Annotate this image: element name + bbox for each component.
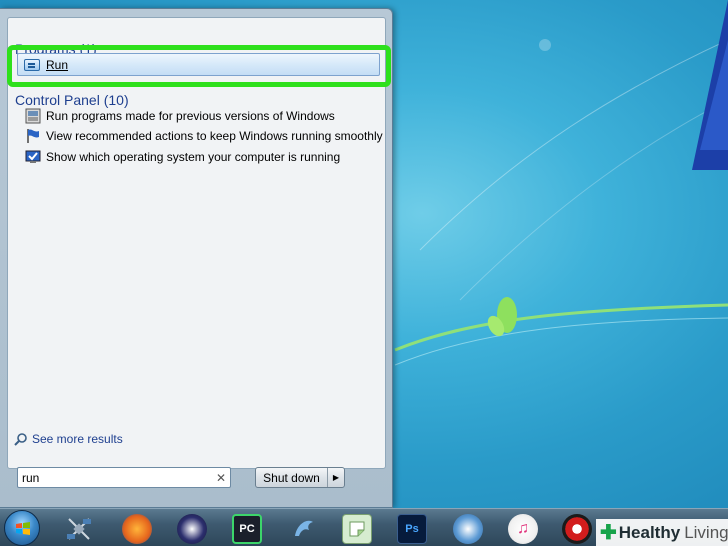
cp-item-action-center[interactable]: View recommended actions to keep Windows… bbox=[25, 126, 383, 145]
compatibility-icon bbox=[25, 108, 41, 123]
photoshop-icon[interactable]: Ps bbox=[397, 514, 427, 544]
clear-search-icon[interactable]: ✕ bbox=[216, 471, 226, 485]
plus-icon: ✚ bbox=[600, 522, 617, 544]
satellite-icon[interactable] bbox=[64, 514, 94, 544]
clipboard-app-icon[interactable] bbox=[342, 514, 372, 544]
shutdown-options-arrow-icon[interactable]: ▶ bbox=[328, 468, 344, 487]
cp-item-label: Run programs made for previous versions … bbox=[46, 108, 335, 123]
cp-item-compatibility[interactable]: Run programs made for previous versions … bbox=[25, 106, 335, 125]
windows-logo-icon bbox=[16, 522, 30, 535]
start-search-box[interactable]: ✕ bbox=[17, 467, 231, 488]
internet-globe-icon[interactable] bbox=[453, 514, 483, 544]
shutdown-control: Shut down ▶ bbox=[255, 467, 345, 488]
cp-item-label: Show which operating system your compute… bbox=[46, 149, 341, 164]
healthy-living-watermark: ✚ Healthy Living bbox=[596, 519, 728, 546]
cp-item-label: View recommended actions to keep Windows… bbox=[46, 128, 383, 143]
firefox-icon[interactable] bbox=[122, 514, 152, 544]
watermark-brand-suffix: Living bbox=[684, 522, 728, 542]
itunes-icon[interactable]: ♫ bbox=[508, 514, 538, 544]
watermark-brand: Healthy bbox=[618, 522, 681, 542]
search-icon bbox=[14, 433, 27, 446]
highlight-frame bbox=[7, 45, 391, 87]
cp-item-system-info[interactable]: Show which operating system your compute… bbox=[25, 147, 340, 166]
see-more-label: See more results bbox=[32, 432, 123, 446]
action-center-flag-icon bbox=[27, 128, 39, 143]
pycharm-icon[interactable]: PC bbox=[232, 514, 262, 544]
search-input[interactable] bbox=[22, 470, 202, 485]
dolphin-icon[interactable] bbox=[289, 514, 319, 544]
system-monitor-icon bbox=[25, 150, 41, 163]
pokeball-icon[interactable] bbox=[562, 514, 592, 544]
eclipse-icon[interactable] bbox=[177, 514, 207, 544]
shutdown-button[interactable]: Shut down bbox=[256, 468, 328, 487]
see-more-results-link[interactable]: See more results bbox=[14, 432, 123, 446]
start-orb-button[interactable] bbox=[4, 510, 40, 546]
